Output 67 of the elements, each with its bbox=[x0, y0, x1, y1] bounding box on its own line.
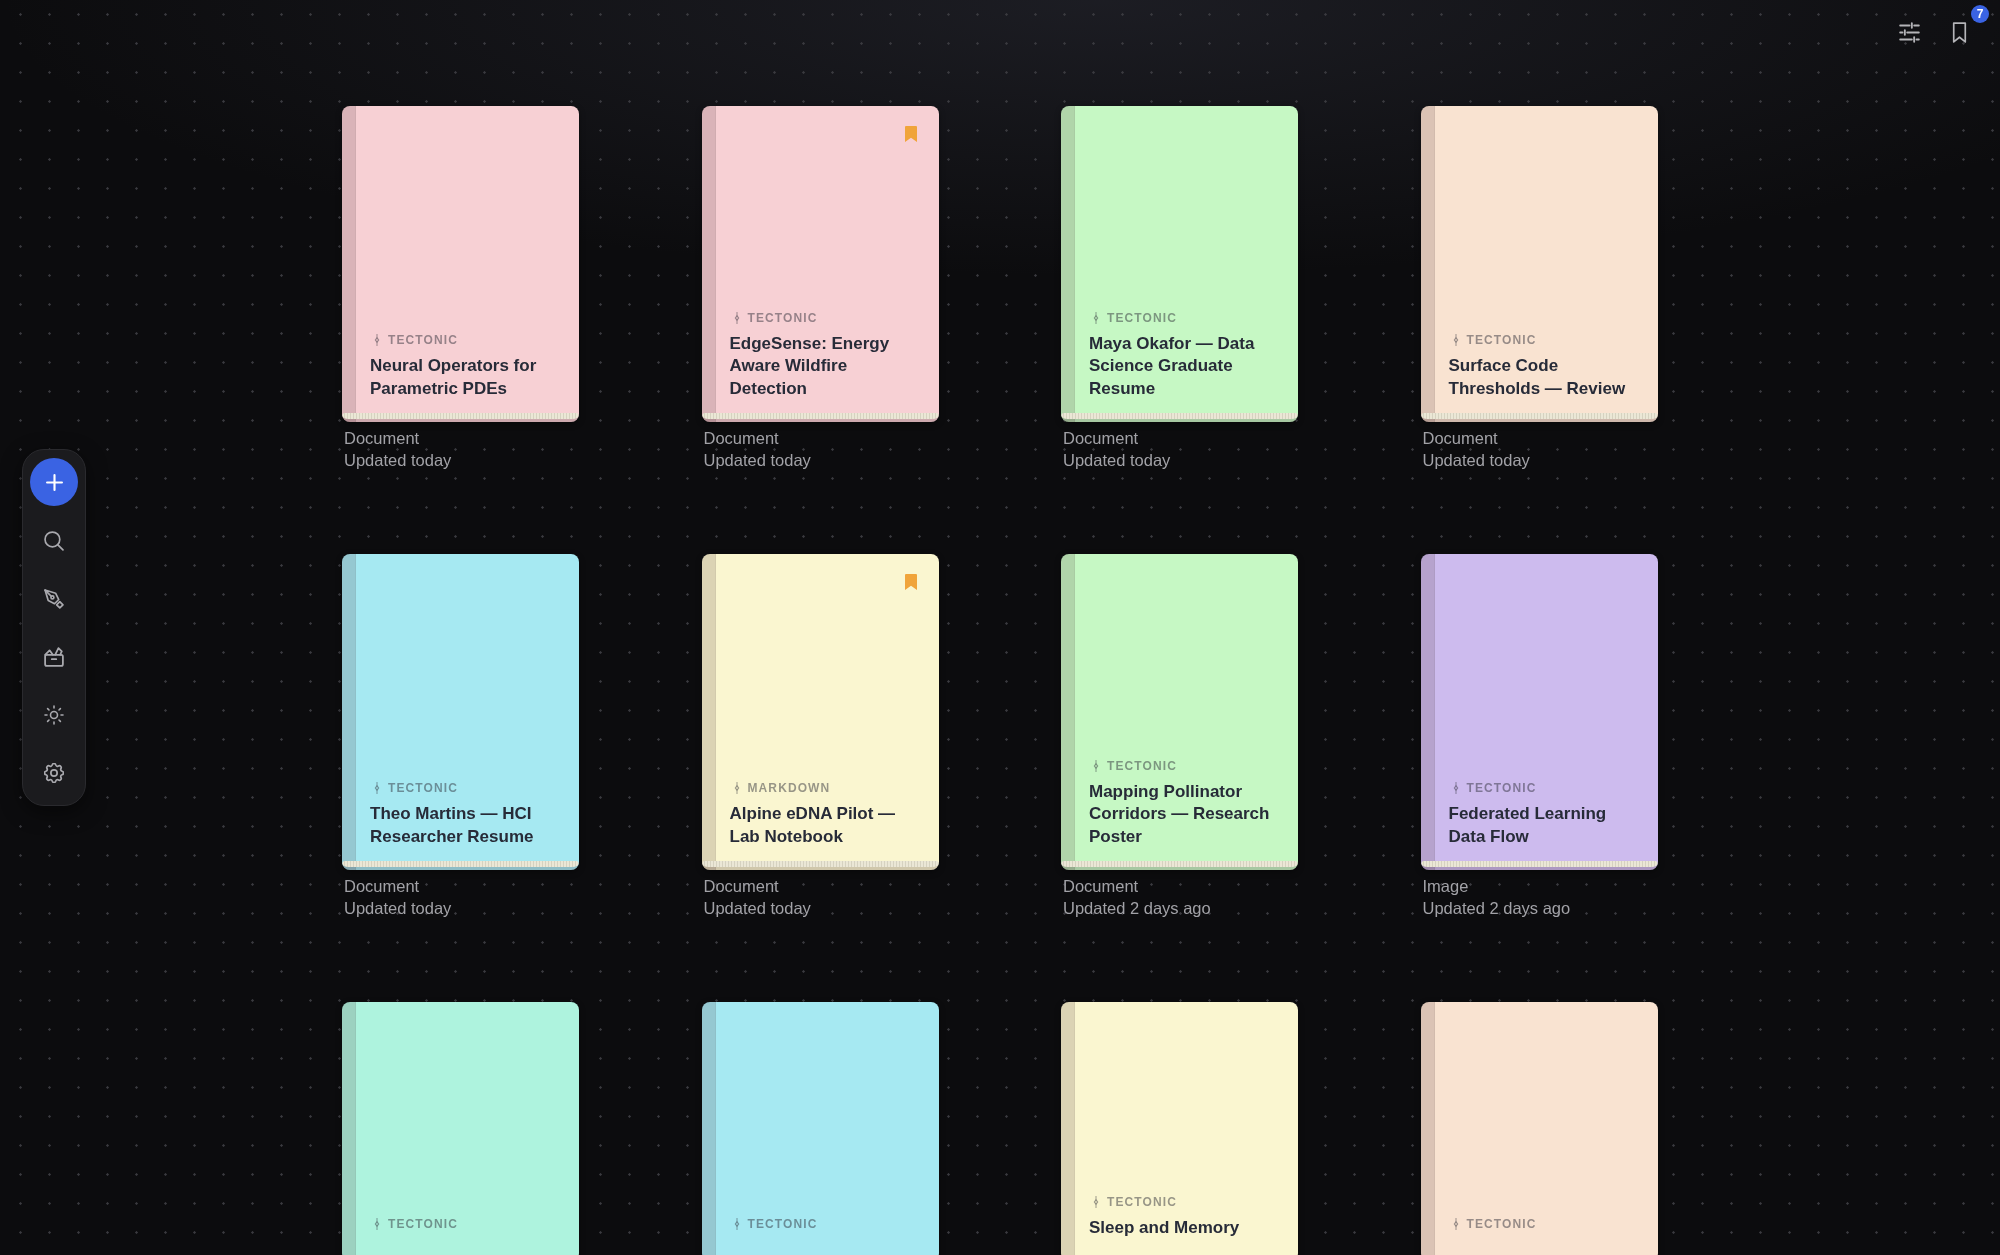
document-type: Document bbox=[703, 428, 780, 449]
diamond-line-icon bbox=[374, 1218, 380, 1230]
updated-time: Updated today bbox=[1422, 450, 1531, 471]
updated-time: Updated today bbox=[1063, 450, 1172, 471]
card-title: Surface Code Thresholds — Review bbox=[1448, 355, 1627, 400]
sliders-icon bbox=[1898, 21, 1920, 43]
card-title: Theo Martins — HCI Researcher Resume bbox=[370, 803, 535, 848]
format-label: TECTONIC bbox=[747, 310, 818, 325]
card-title: Federated Learning Data Flow bbox=[1448, 803, 1608, 848]
diamond-line-icon bbox=[374, 782, 380, 794]
document-type: Image bbox=[1422, 876, 1470, 897]
card-title: Maya Okafor — Data Science Graduate Resume bbox=[1089, 332, 1256, 400]
card-title: Sleep and Memory bbox=[1089, 1216, 1241, 1239]
diamond-line-icon bbox=[1093, 1195, 1099, 1208]
box-icon bbox=[44, 647, 64, 667]
card-title: Neural Operators for Parametric PDEs bbox=[370, 355, 538, 400]
document-type: Document bbox=[344, 428, 421, 449]
document-type: Document bbox=[1422, 428, 1499, 449]
diamond-line-icon bbox=[1452, 782, 1459, 794]
sun-icon bbox=[44, 705, 64, 725]
document-type: Document bbox=[344, 876, 421, 897]
updated-time: Updated today bbox=[703, 450, 812, 471]
updated-time: Updated today bbox=[703, 898, 812, 919]
plus-icon bbox=[45, 473, 63, 491]
format-label: TECTONIC bbox=[1107, 310, 1177, 325]
book-cover[interactable]: TECTONIC Theo Martins — HCI Researcher Resume bbox=[342, 554, 579, 870]
book-cover[interactable]: TECTONIC Mapping Pollinator Corridors — Research Poster bbox=[1061, 554, 1298, 870]
card-title: EdgeSense: Energy Aware Wildfire Detection bbox=[729, 332, 891, 400]
format-label: TECTONIC bbox=[747, 1217, 818, 1231]
updated-time: Updated today bbox=[344, 450, 453, 471]
diamond-line-icon bbox=[1452, 1218, 1459, 1230]
document-type: Document bbox=[1063, 876, 1140, 897]
settings-icon bbox=[44, 763, 64, 783]
format-label: TECTONIC bbox=[388, 1217, 458, 1231]
book-cover[interactable]: TECTONIC Surface Code Thresholds — Review bbox=[1420, 106, 1658, 422]
diamond-line-icon bbox=[1452, 334, 1459, 346]
diamond-line-icon bbox=[374, 334, 380, 346]
document-type: Document bbox=[703, 876, 780, 897]
format-label: MARKDOWN bbox=[747, 781, 831, 795]
diamond-line-icon bbox=[733, 1218, 740, 1230]
book-cover[interactable]: TECTONIC Maya Okafor — Data Science Graduate Resume bbox=[1061, 106, 1298, 422]
book-cover[interactable]: TECTONIC Neural Operators for Parametric PDEs bbox=[342, 106, 579, 422]
book-cover[interactable]: TECTONIC EdgeSense: Energy Aware Wildfire Detection bbox=[701, 106, 939, 422]
format-label: TECTONIC bbox=[1466, 333, 1537, 347]
diamond-line-icon bbox=[733, 311, 740, 324]
diamond-line-icon bbox=[733, 782, 740, 794]
book-cover[interactable]: MARKDOWN Alpine eDNA Pilot — Lab Notebook bbox=[701, 554, 939, 870]
format-label: TECTONIC bbox=[1107, 1194, 1177, 1209]
diamond-line-icon bbox=[1093, 311, 1099, 324]
format-label: TECTONIC bbox=[388, 333, 458, 347]
card-title: Mapping Pollinator Corridors — Research Poster bbox=[1089, 780, 1271, 848]
pen-nib-icon bbox=[44, 589, 64, 609]
search-icon bbox=[44, 531, 64, 551]
book-cover[interactable]: TECTONIC Sleep and Memory bbox=[1061, 1002, 1298, 1255]
format-label: TECTONIC bbox=[1466, 1217, 1537, 1231]
card-title: Alpine eDNA Pilot — Lab Notebook bbox=[729, 803, 897, 848]
diamond-line-icon bbox=[1093, 759, 1099, 772]
updated-time: Updated today bbox=[344, 898, 453, 919]
book-cover[interactable]: TECTONIC Federated Learning Data Flow bbox=[1420, 554, 1658, 870]
updated-time: Updated 2 days ago bbox=[1422, 898, 1572, 919]
format-label: TECTONIC bbox=[388, 781, 458, 795]
updated-time: Updated 2 days ago bbox=[1063, 898, 1212, 919]
count-badge: 7 bbox=[1971, 5, 1989, 23]
add-button[interactable] bbox=[30, 458, 78, 506]
format-label: TECTONIC bbox=[1107, 758, 1177, 773]
format-label: TECTONIC bbox=[1466, 781, 1537, 795]
document-type: Document bbox=[1063, 428, 1140, 449]
